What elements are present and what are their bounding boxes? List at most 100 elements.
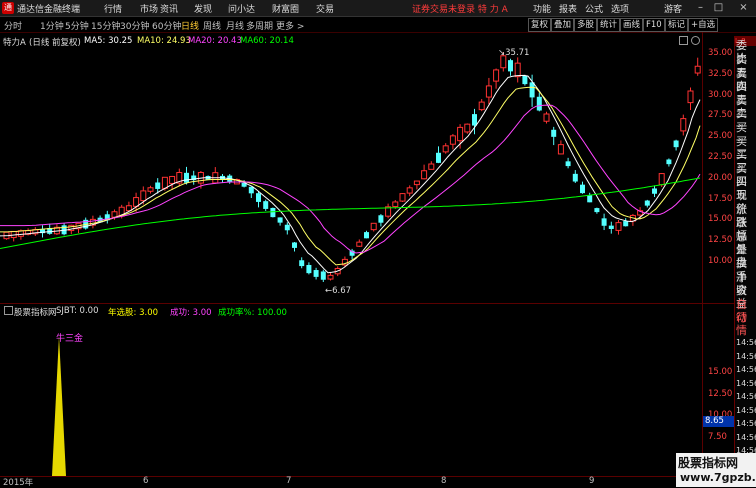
period-intraday[interactable]: 分时	[4, 19, 22, 32]
menu-market[interactable]: 市场	[140, 2, 158, 15]
candle-down	[580, 184, 585, 194]
menu-news[interactable]: 资讯	[160, 2, 178, 15]
candle-up	[133, 197, 140, 207]
candle-up	[694, 65, 701, 74]
candle-down	[508, 60, 513, 72]
menu-reports[interactable]: 报表	[559, 2, 577, 15]
candle-up	[485, 85, 492, 98]
candle-down	[378, 215, 384, 223]
candle-down	[155, 182, 161, 189]
draw-line-button[interactable]: 画线	[620, 18, 644, 32]
ma5-line	[0, 74, 701, 274]
period-5min[interactable]: 5分钟	[65, 19, 89, 32]
overlay-button[interactable]: 叠加	[551, 18, 575, 32]
menu-options[interactable]: 选项	[611, 2, 629, 15]
tick-time: 14:56	[736, 405, 756, 415]
menu-formulas[interactable]: 公式	[585, 2, 603, 15]
menu-functions[interactable]: 功能	[533, 2, 551, 15]
candle-down	[277, 217, 283, 223]
menu-ask[interactable]: 问小达	[228, 2, 255, 15]
candle-down	[320, 271, 326, 280]
side-panel-item: 行情	[736, 311, 747, 338]
candle-down	[248, 186, 254, 194]
add-watchlist-button[interactable]: +自选	[688, 18, 719, 32]
candle-up	[392, 201, 399, 208]
candle-down	[306, 264, 312, 274]
period-toolbar: 分时 1分钟 5分钟 15分钟 30分钟 60分钟 日线 周线 月线 多周期 更…	[0, 17, 756, 33]
candle-down	[270, 207, 276, 218]
period-1min[interactable]: 1分钟	[40, 19, 64, 32]
candle-down	[572, 173, 578, 182]
watermark-logo: 股票指标网 www.7gpzb.com	[676, 453, 756, 487]
adjust-button[interactable]: 复权	[528, 18, 552, 32]
high-annotation: ↘35.71	[498, 48, 530, 58]
candle-down	[256, 193, 261, 202]
period-monthly[interactable]: 月线	[226, 19, 244, 32]
candle-up	[442, 145, 449, 153]
statistics-button[interactable]: 统计	[597, 18, 621, 32]
indicator-rate: 成功率%: 100.00	[218, 308, 287, 318]
period-weekly[interactable]: 周线	[203, 19, 221, 32]
candle-up	[161, 176, 168, 189]
candle-down	[652, 188, 657, 194]
panel-divider	[0, 303, 734, 304]
menu-guest[interactable]: 游客	[664, 2, 682, 15]
candle-up	[111, 211, 118, 218]
candle-up	[370, 222, 377, 231]
period-30min[interactable]: 30分钟	[120, 19, 149, 32]
signal-label: 牛三金	[56, 334, 84, 344]
menu-discover[interactable]: 发现	[194, 2, 212, 15]
indicator-years: 年选股: 3.00	[108, 308, 159, 318]
ma5-label: MA5: 30.25	[84, 36, 133, 46]
candle-down	[472, 114, 477, 126]
indicator-current-value: 8.65	[703, 416, 735, 427]
date-axis-divider	[0, 476, 734, 477]
f10-button[interactable]: F10	[643, 18, 665, 32]
candle-down	[601, 218, 607, 226]
indicator-success: 成功: 3.00	[170, 308, 212, 318]
date-label-9: 9	[589, 476, 595, 486]
candlestick-chart[interactable]	[0, 46, 702, 301]
candle-up	[406, 187, 413, 194]
candle-down	[666, 159, 672, 165]
mark-button[interactable]: 标记	[665, 18, 689, 32]
candle-down	[313, 270, 319, 277]
tick-time: 14:56	[736, 365, 756, 374]
candle-down	[184, 172, 189, 183]
candle-up	[615, 222, 622, 231]
menu-wealth[interactable]: 财富圈	[272, 2, 299, 15]
price-axis-divider	[702, 32, 703, 476]
chart-settings-icon[interactable]	[691, 36, 700, 45]
tick-time: 14:56	[736, 432, 756, 442]
chart-option-icon[interactable]	[679, 36, 688, 45]
minimize-icon[interactable]: –	[694, 1, 707, 14]
quote-side-panel: L 8 委比 卖五 卖四 卖三 卖二 卖一 买一 买二 买三 买四 买五 现价 涨跌 涨幅 总量 外盘 换手 净资…	[734, 36, 756, 487]
candle-down	[284, 224, 290, 231]
multi-stock-button[interactable]: 多股	[574, 18, 598, 32]
watermark-url: www.7gpzb.com	[680, 471, 756, 484]
candle-down	[263, 201, 269, 209]
menu-quotes[interactable]: 行情	[104, 2, 122, 15]
period-15min[interactable]: 15分钟	[91, 19, 120, 32]
period-daily[interactable]: 日线	[181, 19, 199, 32]
menu-trade[interactable]: 交易	[316, 2, 334, 15]
date-label-7: 7	[286, 476, 292, 486]
maximize-icon[interactable]: □	[712, 1, 725, 14]
period-more[interactable]: 更多 >	[276, 19, 304, 32]
candle-down	[364, 232, 369, 239]
tick-time: 14:56	[736, 392, 756, 401]
period-multi[interactable]: 多周期	[246, 19, 273, 32]
close-icon[interactable]: ×	[737, 1, 750, 14]
candle-up	[421, 170, 428, 180]
candle-up	[413, 180, 420, 186]
indicator-chart[interactable]	[0, 336, 702, 476]
candle-up	[478, 101, 485, 111]
indicator-toggle-icon[interactable]	[4, 306, 13, 315]
candle-down	[644, 200, 650, 206]
ma10-label: MA10: 24.93	[137, 36, 191, 46]
period-60min[interactable]: 60分钟	[152, 19, 181, 32]
tick-time: 14:56	[736, 338, 756, 347]
candle-up	[464, 123, 471, 133]
low-annotation: ←6.67	[325, 286, 352, 296]
ma60-label: MA60: 20.14	[240, 36, 294, 46]
